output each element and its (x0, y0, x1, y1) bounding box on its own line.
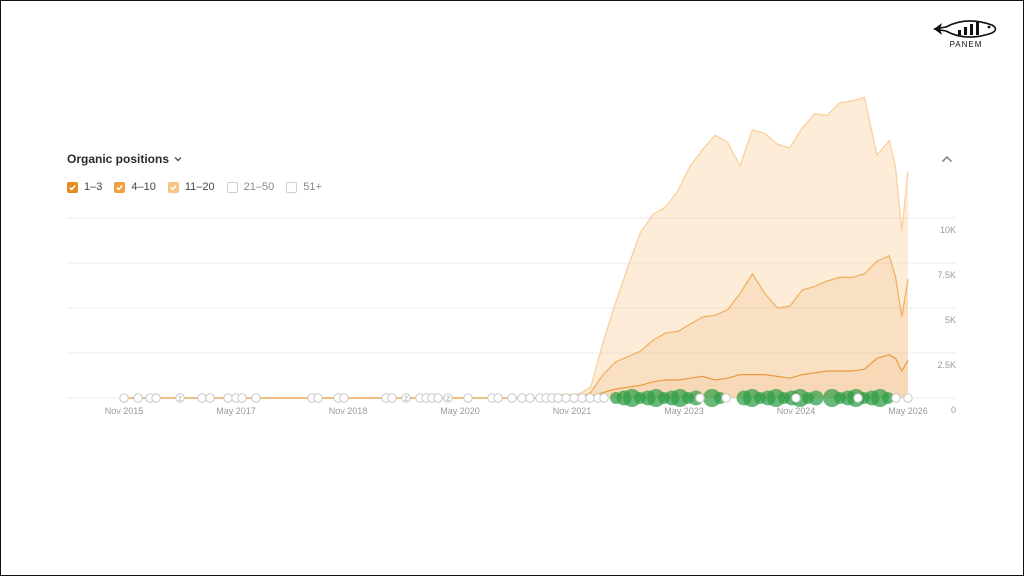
update-marker (313, 393, 323, 403)
update-marker (721, 393, 731, 403)
update-marker (119, 393, 129, 403)
y-tick-label: 0 (951, 405, 956, 415)
x-tick-label: Nov 2024 (777, 406, 816, 416)
y-tick-label: 2.5K (937, 360, 956, 370)
update-marker (507, 393, 517, 403)
serp-feature-marker (808, 390, 824, 406)
update-marker (569, 393, 579, 403)
update-marker (585, 393, 595, 403)
update-marker (577, 393, 587, 403)
update-marker (387, 393, 397, 403)
y-tick-label: 7.5K (937, 270, 956, 280)
update-marker (339, 393, 349, 403)
update-marker (695, 393, 705, 403)
update-marker (237, 393, 247, 403)
x-tick-label: Nov 2018 (329, 406, 368, 416)
update-marker (599, 393, 609, 403)
organic-positions-chart: 10K 7.5K 5K 2.5K 0 Nov 2015 May 2017 Nov 2018 Ma… (67, 96, 956, 416)
update-marker (891, 393, 901, 403)
x-tick-label: May 2026 (888, 406, 928, 416)
update-marker (493, 393, 503, 403)
update-marker (853, 393, 863, 403)
update-marker (251, 393, 261, 403)
update-marker (151, 393, 161, 403)
update-marker (553, 393, 563, 403)
update-marker (525, 393, 535, 403)
update-marker (223, 393, 233, 403)
update-marker (433, 393, 443, 403)
update-marker (205, 393, 215, 403)
y-tick-label: 5K (945, 315, 956, 325)
x-tick-label: May 2020 (440, 406, 480, 416)
update-marker (791, 393, 801, 403)
update-marker (463, 393, 473, 403)
update-marker (561, 393, 571, 403)
y-tick-label: 10K (940, 225, 956, 235)
update-marker (517, 393, 527, 403)
x-tick-label: May 2023 (664, 406, 704, 416)
x-tick-label: May 2017 (216, 406, 256, 416)
update-marker (133, 393, 143, 403)
x-tick-label: Nov 2015 (105, 406, 144, 416)
x-tick-label: Nov 2021 (553, 406, 592, 416)
update-marker (903, 393, 913, 403)
update-marker (197, 393, 207, 403)
